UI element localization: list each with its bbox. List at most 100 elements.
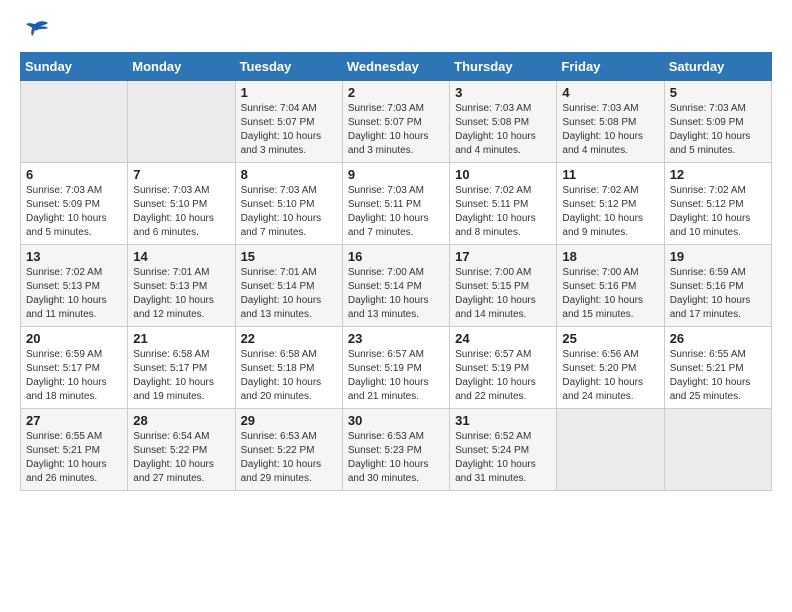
day-info: Sunrise: 7:02 AM Sunset: 5:12 PM Dayligh… — [562, 184, 658, 240]
day-info: Sunrise: 6:57 AM Sunset: 5:19 PM Dayligh… — [455, 348, 551, 404]
calendar-day-header: Tuesday — [235, 53, 342, 81]
calendar-cell: 10 Sunrise: 7:02 AM Sunset: 5:11 PM Dayli… — [450, 163, 557, 245]
calendar-cell: 5 Sunrise: 7:03 AM Sunset: 5:09 PM Daylig… — [664, 81, 771, 163]
day-info: Sunrise: 7:03 AM Sunset: 5:10 PM Dayligh… — [241, 184, 337, 240]
calendar-cell: 4 Sunrise: 7:03 AM Sunset: 5:08 PM Daylig… — [557, 81, 664, 163]
day-number: 15 — [241, 249, 337, 264]
day-info: Sunrise: 6:53 AM Sunset: 5:22 PM Dayligh… — [241, 430, 337, 486]
calendar-cell: 11 Sunrise: 7:02 AM Sunset: 5:12 PM Dayli… — [557, 163, 664, 245]
day-number: 2 — [348, 85, 444, 100]
calendar-day-header: Friday — [557, 53, 664, 81]
day-number: 16 — [348, 249, 444, 264]
calendar-cell: 15 Sunrise: 7:01 AM Sunset: 5:14 PM Dayli… — [235, 245, 342, 327]
day-number: 25 — [562, 331, 658, 346]
day-number: 10 — [455, 167, 551, 182]
day-number: 22 — [241, 331, 337, 346]
day-number: 30 — [348, 413, 444, 428]
day-number: 21 — [133, 331, 229, 346]
calendar-cell: 31Sunrise: 6:52 AM Sunset: 5:24 PM Dayli… — [450, 409, 557, 491]
day-info: Sunrise: 7:00 AM Sunset: 5:14 PM Dayligh… — [348, 266, 444, 322]
day-number: 8 — [241, 167, 337, 182]
day-info: Sunrise: 7:01 AM Sunset: 5:14 PM Dayligh… — [241, 266, 337, 322]
calendar-week-row: 6 Sunrise: 7:03 AM Sunset: 5:09 PM Daylig… — [21, 163, 772, 245]
day-info: Sunrise: 6:59 AM Sunset: 5:17 PM Dayligh… — [26, 348, 122, 404]
logo-bird-icon — [20, 20, 50, 42]
day-number: 6 — [26, 167, 122, 182]
day-number: 14 — [133, 249, 229, 264]
day-number: 7 — [133, 167, 229, 182]
day-info: Sunrise: 7:03 AM Sunset: 5:08 PM Dayligh… — [562, 102, 658, 158]
calendar-cell: 29Sunrise: 6:53 AM Sunset: 5:22 PM Dayli… — [235, 409, 342, 491]
day-info: Sunrise: 7:03 AM Sunset: 5:09 PM Dayligh… — [26, 184, 122, 240]
calendar-cell: 9Sunrise: 7:03 AM Sunset: 5:11 PM Daylig… — [342, 163, 449, 245]
calendar-cell: 16 Sunrise: 7:00 AM Sunset: 5:14 PM Dayli… — [342, 245, 449, 327]
calendar-cell: 19Sunrise: 6:59 AM Sunset: 5:16 PM Dayli… — [664, 245, 771, 327]
day-number: 1 — [241, 85, 337, 100]
day-number: 3 — [455, 85, 551, 100]
calendar-day-header: Wednesday — [342, 53, 449, 81]
calendar-cell: 22 Sunrise: 6:58 AM Sunset: 5:18 PM Dayli… — [235, 327, 342, 409]
day-number: 11 — [562, 167, 658, 182]
day-number: 9 — [348, 167, 444, 182]
calendar-cell — [128, 81, 235, 163]
day-number: 4 — [562, 85, 658, 100]
day-number: 23 — [348, 331, 444, 346]
calendar-cell: 17 Sunrise: 7:00 AM Sunset: 5:15 PM Dayli… — [450, 245, 557, 327]
calendar-cell: 25 Sunrise: 6:56 AM Sunset: 5:20 PM Dayli… — [557, 327, 664, 409]
day-info: Sunrise: 7:00 AM Sunset: 5:15 PM Dayligh… — [455, 266, 551, 322]
day-number: 12 — [670, 167, 766, 182]
day-info: Sunrise: 7:01 AM Sunset: 5:13 PM Dayligh… — [133, 266, 229, 322]
day-info: Sunrise: 7:04 AM Sunset: 5:07 PM Dayligh… — [241, 102, 337, 158]
calendar-day-header: Monday — [128, 53, 235, 81]
calendar-cell: 21Sunrise: 6:58 AM Sunset: 5:17 PM Dayli… — [128, 327, 235, 409]
day-info: Sunrise: 6:58 AM Sunset: 5:18 PM Dayligh… — [241, 348, 337, 404]
day-info: Sunrise: 6:54 AM Sunset: 5:22 PM Dayligh… — [133, 430, 229, 486]
day-info: Sunrise: 7:03 AM Sunset: 5:10 PM Dayligh… — [133, 184, 229, 240]
day-number: 5 — [670, 85, 766, 100]
calendar-cell — [21, 81, 128, 163]
calendar-cell: 28 Sunrise: 6:54 AM Sunset: 5:22 PM Dayli… — [128, 409, 235, 491]
calendar-cell: 1 Sunrise: 7:04 AM Sunset: 5:07 PM Daylig… — [235, 81, 342, 163]
day-info: Sunrise: 7:03 AM Sunset: 5:09 PM Dayligh… — [670, 102, 766, 158]
calendar-cell: 27 Sunrise: 6:55 AM Sunset: 5:21 PM Dayli… — [21, 409, 128, 491]
calendar-cell: 6 Sunrise: 7:03 AM Sunset: 5:09 PM Daylig… — [21, 163, 128, 245]
calendar-week-row: 20 Sunrise: 6:59 AM Sunset: 5:17 PM Dayli… — [21, 327, 772, 409]
calendar-week-row: 13Sunrise: 7:02 AM Sunset: 5:13 PM Dayli… — [21, 245, 772, 327]
day-number: 17 — [455, 249, 551, 264]
day-number: 19 — [670, 249, 766, 264]
calendar-cell: 24 Sunrise: 6:57 AM Sunset: 5:19 PM Dayli… — [450, 327, 557, 409]
calendar-cell — [557, 409, 664, 491]
calendar-header-row: SundayMondayTuesdayWednesdayThursdayFrid… — [21, 53, 772, 81]
day-info: Sunrise: 7:00 AM Sunset: 5:16 PM Dayligh… — [562, 266, 658, 322]
day-info: Sunrise: 6:55 AM Sunset: 5:21 PM Dayligh… — [670, 348, 766, 404]
header — [20, 20, 772, 42]
calendar-week-row: 1 Sunrise: 7:04 AM Sunset: 5:07 PM Daylig… — [21, 81, 772, 163]
calendar-cell: 8 Sunrise: 7:03 AM Sunset: 5:10 PM Daylig… — [235, 163, 342, 245]
calendar-day-header: Saturday — [664, 53, 771, 81]
day-number: 28 — [133, 413, 229, 428]
day-number: 24 — [455, 331, 551, 346]
calendar-cell — [664, 409, 771, 491]
day-info: Sunrise: 7:02 AM Sunset: 5:12 PM Dayligh… — [670, 184, 766, 240]
calendar-day-header: Sunday — [21, 53, 128, 81]
calendar-cell: 30 Sunrise: 6:53 AM Sunset: 5:23 PM Dayli… — [342, 409, 449, 491]
calendar-cell: 7 Sunrise: 7:03 AM Sunset: 5:10 PM Daylig… — [128, 163, 235, 245]
day-info: Sunrise: 6:55 AM Sunset: 5:21 PM Dayligh… — [26, 430, 122, 486]
day-info: Sunrise: 6:56 AM Sunset: 5:20 PM Dayligh… — [562, 348, 658, 404]
calendar-cell: 13Sunrise: 7:02 AM Sunset: 5:13 PM Dayli… — [21, 245, 128, 327]
day-info: Sunrise: 6:52 AM Sunset: 5:24 PM Dayligh… — [455, 430, 551, 486]
day-info: Sunrise: 6:57 AM Sunset: 5:19 PM Dayligh… — [348, 348, 444, 404]
day-number: 27 — [26, 413, 122, 428]
calendar-cell: 3 Sunrise: 7:03 AM Sunset: 5:08 PM Daylig… — [450, 81, 557, 163]
day-number: 18 — [562, 249, 658, 264]
day-number: 20 — [26, 331, 122, 346]
calendar-cell: 18 Sunrise: 7:00 AM Sunset: 5:16 PM Dayli… — [557, 245, 664, 327]
day-info: Sunrise: 6:53 AM Sunset: 5:23 PM Dayligh… — [348, 430, 444, 486]
logo — [20, 20, 54, 42]
calendar-cell: 20 Sunrise: 6:59 AM Sunset: 5:17 PM Dayli… — [21, 327, 128, 409]
calendar-week-row: 27 Sunrise: 6:55 AM Sunset: 5:21 PM Dayli… — [21, 409, 772, 491]
day-info: Sunrise: 7:03 AM Sunset: 5:07 PM Dayligh… — [348, 102, 444, 158]
day-number: 26 — [670, 331, 766, 346]
day-info: Sunrise: 7:03 AM Sunset: 5:08 PM Dayligh… — [455, 102, 551, 158]
day-info: Sunrise: 7:02 AM Sunset: 5:11 PM Dayligh… — [455, 184, 551, 240]
